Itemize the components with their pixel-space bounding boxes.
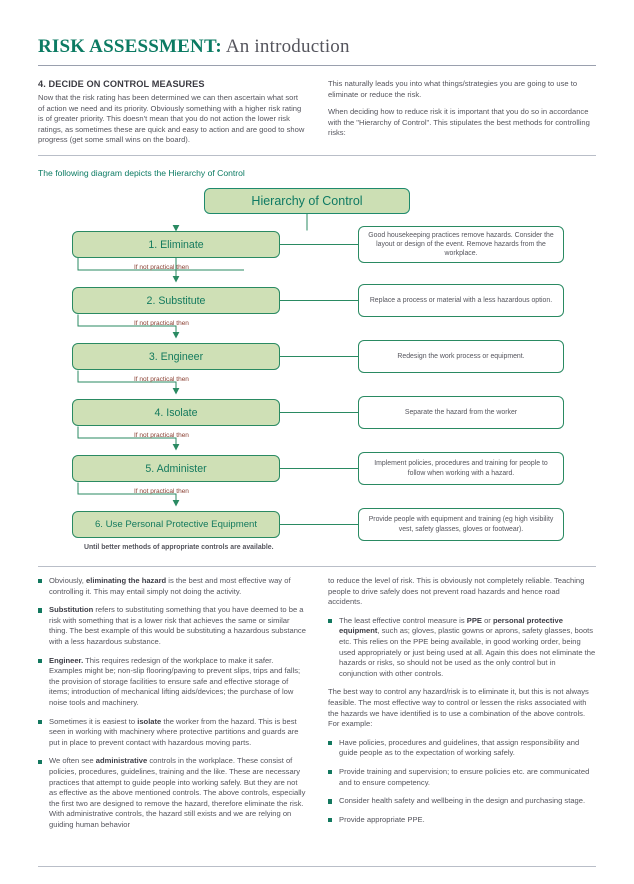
section-heading: 4. DECIDE ON CONTROL MEASURES [38, 79, 205, 89]
item-pre: The least effective control measure is [339, 615, 467, 625]
page-title-main: RISK ASSESSMENT: [38, 36, 222, 57]
document-header: RISK ASSESSMENT: An introduction [38, 36, 598, 66]
item-bold: Engineer. [49, 655, 84, 665]
page-title-sub: An introduction [221, 36, 350, 57]
document-page: RISK ASSESSMENT: An introduction 4. DECI… [0, 0, 634, 884]
level-box-4: 4. Isolate [72, 399, 280, 426]
connector-label-1: If not practical then [134, 264, 189, 271]
intro-left-column: 4. DECIDE ON CONTROL MEASURES Now that t… [38, 79, 306, 146]
level-box-1: 1. Eliminate [72, 231, 280, 258]
item-bold-ppe: PPE [466, 615, 482, 625]
intro-right-column: This naturally leads you into what thing… [328, 79, 596, 146]
list-item: Engineer. This requires redesign of the … [38, 656, 306, 709]
notes-left-list: Obviously, eliminating the hazard is the… [38, 576, 306, 830]
item-post: , such as; gloves, plastic gowns or apro… [339, 626, 596, 678]
intro-right-paragraph-2: When deciding how to reduce risk it is i… [328, 107, 590, 138]
connector-label-5: If not practical then [134, 488, 189, 495]
intro-section: 4. DECIDE ON CONTROL MEASURES Now that t… [38, 79, 596, 146]
header-divider [38, 65, 596, 66]
notes-left-column: Obviously, eliminating the hazard is the… [38, 576, 306, 830]
item-mid: or [481, 615, 493, 625]
notes-right-column: to reduce the level of risk. This is obv… [328, 576, 596, 830]
list-item: Have policies, procedures and guidelines… [328, 738, 596, 759]
intro-right-paragraph-1: This naturally leads you into what thing… [328, 79, 578, 99]
notes-right-summary: The best way to control any hazard/risk … [328, 687, 589, 729]
item-pre: Obviously, [49, 576, 86, 585]
list-item: Sometimes it is easiest to isolate the w… [38, 717, 306, 749]
description-box-5: Implement policies, procedures and train… [358, 452, 564, 485]
page-title: RISK ASSESSMENT: An introduction [38, 36, 598, 58]
item-bold: administrative [95, 756, 148, 766]
description-box-6: Provide people with equipment and traini… [358, 508, 564, 541]
list-item: Consider health safety and wellbeing in … [328, 796, 596, 807]
connector-label-2: If not practical then [134, 320, 189, 327]
connector-label-4: If not practical then [134, 432, 189, 439]
item-post: controls in the workplace. These consist… [49, 756, 306, 829]
footer-divider [38, 866, 596, 867]
description-box-4: Separate the hazard from the worker [358, 396, 564, 429]
level-box-5: 5. Administer [72, 455, 280, 482]
item-pre: Sometimes it is easiest to [49, 716, 138, 726]
notes-section: Obviously, eliminating the hazard is the… [38, 576, 596, 830]
level-box-3: 3. Engineer [72, 343, 280, 370]
diagram-caption: The following diagram depicts the Hierar… [38, 168, 245, 178]
list-item: The least effective control measure is P… [328, 616, 596, 680]
notes-right-list: Have policies, procedures and guidelines… [328, 738, 596, 826]
item-pre: We often see [49, 756, 96, 766]
list-item: Substitution refers to substituting some… [38, 605, 306, 647]
item-post: This requires redesign of the workplace … [49, 655, 301, 707]
diagram-header-box: Hierarchy of Control [204, 188, 410, 214]
description-box-3: Redesign the work process or equipment. [358, 340, 564, 373]
item-bold: isolate [137, 716, 162, 726]
level-box-2: 2. Substitute [72, 287, 280, 314]
hierarchy-of-control-diagram: Hierarchy of Control 1. Eliminate 2. Sub… [38, 186, 596, 561]
intro-left-paragraph: Now that the risk rating has been determ… [38, 93, 305, 145]
notes-right-continuation: to reduce the level of risk. This is obv… [328, 576, 585, 607]
diagram-footnote: Until better methods of appropriate cont… [84, 544, 274, 551]
notes-right-ppe-list: The least effective control measure is P… [328, 616, 596, 680]
level-box-6: 6. Use Personal Protective Equipment [72, 511, 280, 538]
list-item: Provide appropriate PPE. [328, 815, 596, 826]
description-box-1: Good housekeeping practices remove hazar… [358, 226, 564, 263]
description-box-2: Replace a process or material with a les… [358, 284, 564, 317]
diagram-divider [38, 566, 596, 567]
item-bold: Substitution [49, 605, 94, 615]
list-item: Obviously, eliminating the hazard is the… [38, 576, 306, 597]
intro-divider [38, 155, 596, 156]
list-item: We often see administrative controls in … [38, 756, 306, 830]
connector-label-3: If not practical then [134, 376, 189, 383]
item-bold: eliminating the hazard [86, 576, 167, 585]
list-item: Provide training and supervision; to ens… [328, 767, 596, 788]
